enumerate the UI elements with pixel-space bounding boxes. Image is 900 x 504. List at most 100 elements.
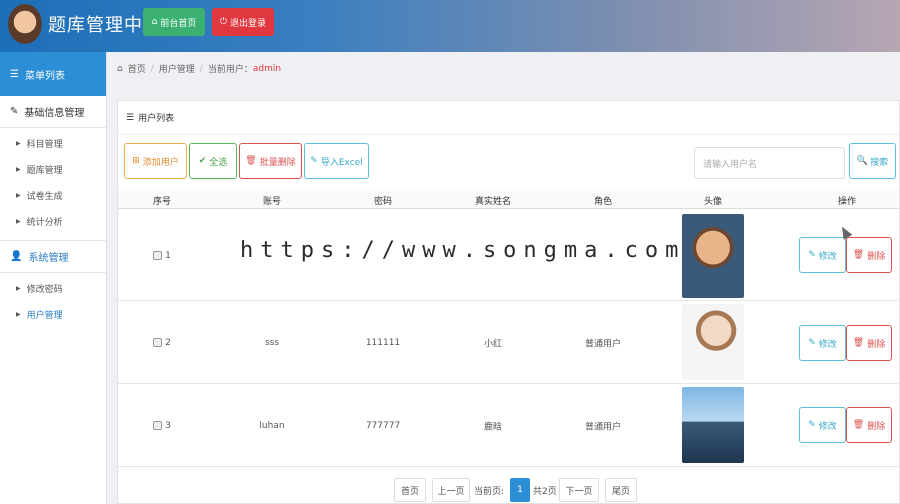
last-page-button[interactable]: 尾页 <box>605 478 637 502</box>
search-icon: 🔍 <box>856 156 869 166</box>
table-header: 序号 账号 密码 真实姓名 角色 头像 操作 <box>118 189 899 209</box>
delete-button-label: 删除 <box>867 339 886 350</box>
search-button-label: 搜索 <box>870 157 889 168</box>
select-all-button[interactable]: ✔ 全选 <box>189 143 237 179</box>
search-button[interactable]: 🔍 搜索 <box>849 143 896 179</box>
total-pages: 共2页 <box>533 487 557 497</box>
sidebar-item-label: 用户管理 <box>26 310 63 321</box>
prev-page-button[interactable]: 上一页 <box>432 478 470 502</box>
edit-button[interactable]: ✎ 修改 <box>799 237 846 273</box>
trash-icon: 🗑 <box>852 250 865 260</box>
trash-icon: 🗑 <box>852 338 865 348</box>
edit-icon: ✎ <box>10 106 19 117</box>
delete-button[interactable]: 🗑 删除 <box>846 325 892 361</box>
add-user-button[interactable]: ⊞ 添加用户 <box>124 143 187 179</box>
logout-button[interactable]: ⏻ 退出登录 <box>212 8 274 36</box>
sidebar-list-system: ▶ 修改密码 ▶ 用户管理 <box>0 273 106 333</box>
breadcrumb-section[interactable]: 用户管理 <box>159 62 195 75</box>
row-role: 普通用户 <box>584 339 622 350</box>
row-index: 3 <box>165 421 171 431</box>
trash-icon: 🗑 <box>852 420 865 430</box>
sidebar-item-question-bank[interactable]: ▶ 题库管理 <box>0 156 106 182</box>
sidebar-group-basic[interactable]: ✎ 基础信息管理 <box>0 96 106 128</box>
row-checkbox[interactable] <box>153 421 162 430</box>
sidebar-item-label: 修改密码 <box>26 284 63 295</box>
sidebar-group-system[interactable]: 👤 系统管理 <box>0 241 106 273</box>
sidebar: ☰ 菜单列表 ✎ 基础信息管理 ▶ 科目管理 ▶ 题库管理 ▶ 试卷生成 ▶ 统计分析 … <box>0 52 107 504</box>
trash-icon: 🗑 <box>245 156 257 166</box>
home-icon: ⌂ <box>151 17 158 27</box>
breadcrumb: ⌂ 首页 / 用户管理 / 当前用户： admin <box>117 62 282 76</box>
sidebar-item-paper-generate[interactable]: ▶ 试卷生成 <box>0 182 106 208</box>
edit-button-label: 修改 <box>818 251 837 262</box>
edit-icon: ✎ <box>808 420 816 430</box>
import-icon: ✎ <box>310 156 318 166</box>
row-checkbox[interactable] <box>153 251 162 260</box>
delete-button-label: 删除 <box>867 251 886 262</box>
batch-delete-label: 批量删除 <box>259 157 296 168</box>
power-icon: ⏻ <box>219 17 228 27</box>
row-password: 777777 <box>365 421 401 431</box>
select-all-label: 全选 <box>209 157 228 168</box>
home-button[interactable]: ⌂ 前台首页 <box>143 8 205 36</box>
current-page-number[interactable]: 1 <box>510 478 530 502</box>
column-header-role: 角色 <box>593 197 613 207</box>
user-icon: 👤 <box>10 251 23 262</box>
row-checkbox[interactable] <box>153 338 162 347</box>
list-icon: ☰ <box>126 112 135 123</box>
next-page-button[interactable]: 下一页 <box>559 478 599 502</box>
sidebar-item-label: 统计分析 <box>26 217 63 228</box>
edit-icon: ✎ <box>808 338 816 348</box>
row-account: luhan <box>259 421 285 431</box>
edit-button-label: 修改 <box>818 339 837 350</box>
search-input[interactable]: 请输入用户名 <box>694 147 845 179</box>
import-excel-label: 导入Excel <box>320 157 363 168</box>
watermark: https://www.songma.com <box>240 238 686 263</box>
breadcrumb-current-user: admin <box>252 63 282 74</box>
column-header-password: 密码 <box>373 197 393 207</box>
sidebar-group-label: 系统管理 <box>28 253 69 264</box>
edit-button-label: 修改 <box>818 421 837 432</box>
sidebar-item-statistics[interactable]: ▶ 统计分析 <box>0 208 106 234</box>
table-row: 2 sss 111111 小红 普通用户 ✎ 修改 🗑 删除 <box>118 301 899 384</box>
home-icon: ⌂ <box>117 63 123 74</box>
breadcrumb-home[interactable]: 首页 <box>128 62 146 75</box>
edit-button[interactable]: ✎ 修改 <box>799 407 846 443</box>
first-page-button[interactable]: 首页 <box>394 478 426 502</box>
sidebar-item-subjects[interactable]: ▶ 科目管理 <box>0 130 106 156</box>
panel-title-label: 用户列表 <box>138 114 175 124</box>
delete-button[interactable]: 🗑 删除 <box>846 407 892 443</box>
edit-button[interactable]: ✎ 修改 <box>799 325 846 361</box>
column-header-real-name: 真实姓名 <box>474 197 512 207</box>
column-header-index: 序号 <box>152 197 172 207</box>
delete-button-label: 删除 <box>867 421 886 432</box>
sidebar-item-change-password[interactable]: ▶ 修改密码 <box>0 275 106 301</box>
app-logo <box>8 4 42 44</box>
column-header-actions: 操作 <box>837 197 857 207</box>
sidebar-item-label: 试卷生成 <box>26 191 63 202</box>
sidebar-item-user-management[interactable]: ▶ 用户管理 <box>0 301 106 327</box>
plus-square-icon: ⊞ <box>132 156 140 166</box>
table-row: 3 luhan 777777 鹿晗 普通用户 ✎ 修改 🗑 删除 <box>118 384 899 467</box>
caret-right-icon: ▶ <box>16 191 21 199</box>
import-excel-button[interactable]: ✎ 导入Excel <box>304 143 369 179</box>
top-header: 题库管理中心 ⌂ 前台首页 ⏻ 退出登录 <box>0 0 900 52</box>
row-role: 普通用户 <box>584 422 622 433</box>
row-real-name: 鹿晗 <box>483 422 503 433</box>
breadcrumb-separator: / <box>199 63 203 74</box>
check-icon: ✔ <box>198 156 207 166</box>
edit-icon: ✎ <box>808 250 816 260</box>
row-index: 1 <box>165 251 171 261</box>
current-page-label: 当前页: <box>474 487 505 497</box>
caret-right-icon: ▶ <box>16 139 21 147</box>
sidebar-title: 菜单列表 <box>24 70 65 82</box>
column-header-account: 账号 <box>262 197 282 207</box>
caret-right-icon: ▶ <box>16 284 21 292</box>
young-man-avatar <box>682 304 744 380</box>
user-list-panel: ☰ 用户列表 ⊞ 添加用户 ✔ 全选 🗑 批量删除 ✎ 导入Excel 请输入用… <box>117 100 900 504</box>
delete-button[interactable]: 🗑 删除 <box>846 237 892 273</box>
sidebar-group-label: 基础信息管理 <box>24 108 85 119</box>
batch-delete-button[interactable]: 🗑 批量删除 <box>239 143 302 179</box>
sidebar-item-label: 科目管理 <box>26 139 63 150</box>
list-icon: ☰ <box>10 68 19 80</box>
